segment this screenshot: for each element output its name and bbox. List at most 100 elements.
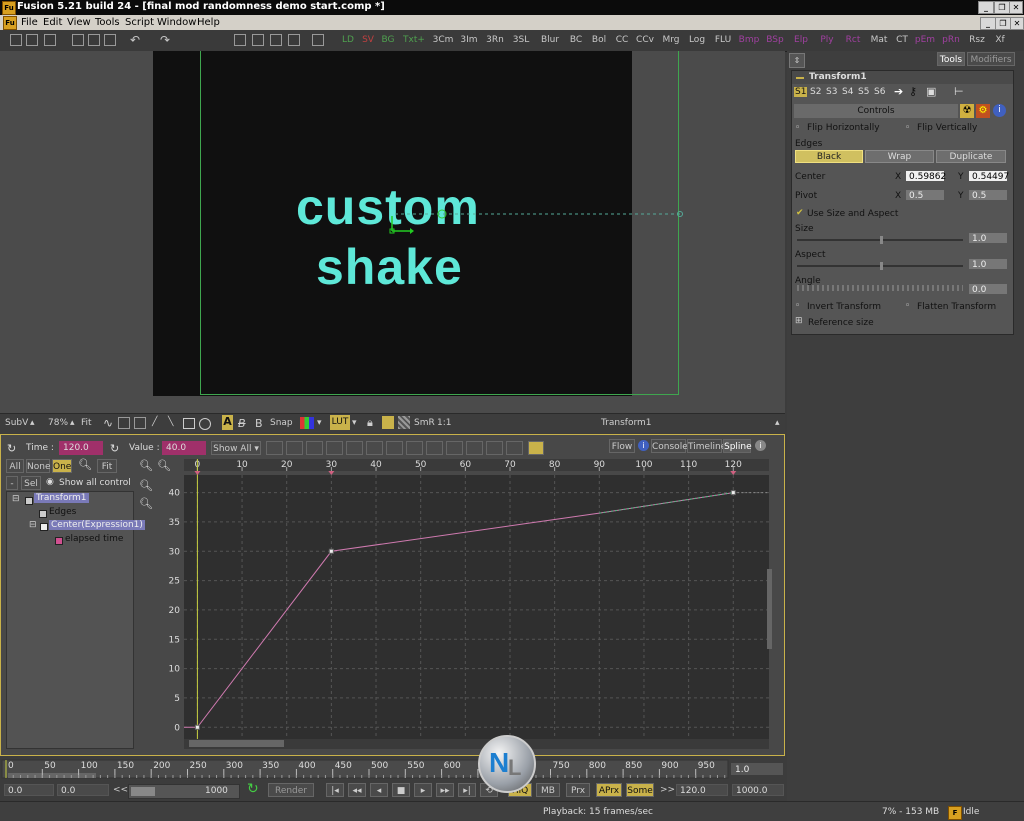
spline-graph[interactable]: 0102030405060708090100110120 05101520253… [167, 459, 772, 751]
spline-time-stretch-icon[interactable] [466, 441, 483, 455]
tool-button-bsp[interactable]: BSp [764, 34, 786, 47]
fit-button[interactable]: Fit [81, 418, 92, 428]
toolbar-toggle-icon[interactable] [312, 34, 324, 46]
scroll-right-icon[interactable]: >> [660, 785, 675, 795]
some-toggle[interactable]: Some [626, 783, 654, 797]
layout-full-icon[interactable] [288, 34, 300, 46]
tool-button-mrg[interactable]: Mrg [660, 34, 682, 47]
render-start-field[interactable]: 0.0 [57, 784, 109, 796]
tool-button-ld[interactable]: LD [340, 34, 356, 47]
flip-v-radio[interactable]: ◦ [905, 123, 910, 133]
menu-edit[interactable]: Edit [43, 17, 62, 28]
time-refresh-icon[interactable]: ↻ [7, 442, 16, 455]
aspect-slider-thumb[interactable] [880, 262, 883, 270]
tool-button-cc[interactable]: CC [614, 34, 630, 47]
tool-button-elp[interactable]: Elp [790, 34, 812, 47]
radioactive-icon[interactable]: ☢ [960, 104, 974, 118]
zoom-arrow-icon[interactable]: ▴ [70, 418, 75, 428]
subtab-s4[interactable]: S4 [842, 87, 853, 97]
tool-button-bg[interactable]: BG [380, 34, 396, 47]
tool-button-pem[interactable]: pEm [914, 34, 936, 47]
tool-button-txt[interactable]: Txt+ [400, 34, 428, 47]
angle-input[interactable]: 0.0 [968, 283, 1008, 295]
cut-icon[interactable] [72, 34, 84, 46]
subtab-s1[interactable]: S1 [794, 87, 808, 97]
size-slider-thumb[interactable] [880, 236, 883, 244]
save-settings-icon[interactable]: ▣ [926, 85, 936, 98]
fit-tree-button[interactable]: Fit [97, 459, 117, 473]
lut-arrow-icon[interactable]: ▾ [352, 418, 357, 428]
refresh-icon[interactable]: ↻ [247, 781, 259, 797]
menu-help[interactable]: Help [197, 17, 220, 28]
tool-button-sv[interactable]: SV [360, 34, 376, 47]
show-all-control-radio[interactable]: ◉ [46, 477, 54, 487]
rectangle-icon[interactable] [183, 418, 195, 429]
tree-item-edges[interactable]: Edges [49, 507, 76, 517]
spline-ping-pong-icon[interactable] [406, 441, 423, 455]
layout-stack-icon[interactable] [270, 34, 282, 46]
zoom-fit-icon[interactable]: 🔍︎ [139, 479, 153, 492]
curve-icon[interactable]: ∿ [103, 416, 113, 430]
fast-forward-button[interactable]: ▸▸ [436, 783, 454, 797]
layout-split-icon[interactable] [252, 34, 264, 46]
zoom-level[interactable]: 78% [48, 418, 68, 428]
flatten-radio[interactable]: ◦ [905, 301, 910, 311]
menu-window[interactable]: Window [157, 17, 196, 28]
tool-button-bol[interactable]: Bol [588, 34, 610, 47]
tab-tools[interactable]: Tools [937, 52, 965, 66]
collapse-icon[interactable] [796, 77, 804, 79]
elapsed-checkbox[interactable] [55, 537, 63, 545]
render-button[interactable]: Render [268, 783, 314, 797]
close-button[interactable]: ✕ [1009, 1, 1023, 14]
spline-zoom-fit-icon[interactable] [506, 441, 523, 455]
reference-expand-icon[interactable]: ⊞ [795, 316, 803, 326]
app-menu-icon[interactable]: Fu [3, 16, 17, 30]
collapse-tree-button[interactable]: - [6, 476, 18, 490]
key-icon[interactable]: ⚷ [909, 85, 917, 98]
tool-button-ct[interactable]: CT [894, 34, 910, 47]
tab-spline[interactable]: Spline [723, 439, 752, 453]
show-all-dropdown[interactable]: Show All ▾ [211, 441, 261, 455]
play-reverse-button[interactable]: ◂ [370, 783, 388, 797]
doc-close-button[interactable]: ✕ [1010, 17, 1024, 30]
channel-arrow-icon[interactable]: ▾ [317, 418, 322, 428]
subtab-s3[interactable]: S3 [826, 87, 837, 97]
tab-timeline[interactable]: Timeline [687, 439, 726, 453]
tree-item-elapsed-time[interactable]: elapsed time [65, 534, 123, 544]
size-input[interactable]: 1.0 [968, 232, 1008, 244]
spline-set-key-icon[interactable] [446, 441, 463, 455]
tool-button-prn[interactable]: pRn [940, 34, 962, 47]
spline-options-icon[interactable] [528, 441, 544, 455]
tool-button-blur[interactable]: Blur [536, 34, 564, 47]
panel-arrow-icon[interactable]: ⇕ [789, 53, 805, 68]
center-y-input[interactable]: 0.54497 [968, 170, 1009, 182]
value-refresh-icon[interactable]: ↻ [110, 442, 119, 455]
menu-file[interactable]: File [21, 17, 38, 28]
subtab-s2[interactable]: S2 [810, 87, 821, 97]
edges-checkbox[interactable] [39, 510, 47, 518]
letter-b-slashed-button[interactable]: B [238, 417, 246, 430]
viewer-expand-icon[interactable]: ▴ [775, 418, 780, 428]
link-arrow-icon[interactable]: ➔ [894, 85, 903, 98]
info-panel-icon[interactable]: i [993, 104, 1006, 117]
global-start-field[interactable]: 0.0 [4, 784, 54, 796]
image-viewer[interactable]: custom shake [0, 51, 785, 413]
subview-arrow-icon[interactable]: ▴ [30, 418, 35, 428]
spline-lock-icon[interactable] [266, 441, 283, 455]
save-icon[interactable] [44, 34, 56, 46]
rewind-button[interactable]: ◂◂ [348, 783, 366, 797]
tool-header[interactable]: Transform1 [792, 71, 1013, 84]
flip-h-radio[interactable]: ◦ [795, 123, 800, 133]
time-input[interactable]: 120.0 [59, 441, 103, 455]
tool-button-flu[interactable]: FLU [712, 34, 734, 47]
lut-button[interactable]: LUT [330, 415, 350, 430]
tool-button-bc[interactable]: BC [568, 34, 584, 47]
render-range-slider[interactable]: 1000 [128, 784, 240, 799]
menu-tools[interactable]: Tools [95, 17, 120, 28]
redo-icon[interactable]: ↷ [158, 34, 172, 47]
tool-button-mat[interactable]: Mat [868, 34, 890, 47]
open-icon[interactable] [26, 34, 38, 46]
tool-button-xf[interactable]: Xf [992, 34, 1008, 47]
tool-button-ply[interactable]: Ply [816, 34, 838, 47]
render-end-field[interactable]: 120.0 [676, 784, 728, 796]
